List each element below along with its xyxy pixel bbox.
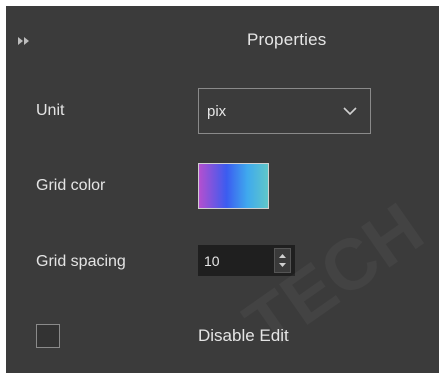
disable-edit-checkbox[interactable] (36, 324, 60, 348)
grid-spacing-value[interactable]: 10 (204, 253, 220, 269)
double-chevron-right-icon[interactable] (18, 36, 30, 46)
panel-header: Properties (6, 6, 439, 72)
grid-color-label: Grid color (36, 177, 106, 194)
unit-label: Unit (36, 102, 65, 119)
panel-title: Properties (247, 30, 327, 49)
properties-panel: Properties Unit pix Grid color Grid spac… (6, 6, 439, 373)
grid-color-swatch[interactable] (198, 163, 269, 209)
disable-edit-label: Disable Edit (198, 326, 289, 345)
chevron-down-icon (343, 107, 357, 116)
spin-arrows-icon (279, 254, 286, 267)
unit-select-value: pix (207, 103, 227, 120)
grid-spacing-label: Grid spacing (36, 253, 126, 270)
unit-select[interactable]: pix (198, 88, 371, 134)
spin-button[interactable] (274, 248, 291, 273)
grid-spacing-stepper[interactable]: 10 (198, 245, 295, 276)
